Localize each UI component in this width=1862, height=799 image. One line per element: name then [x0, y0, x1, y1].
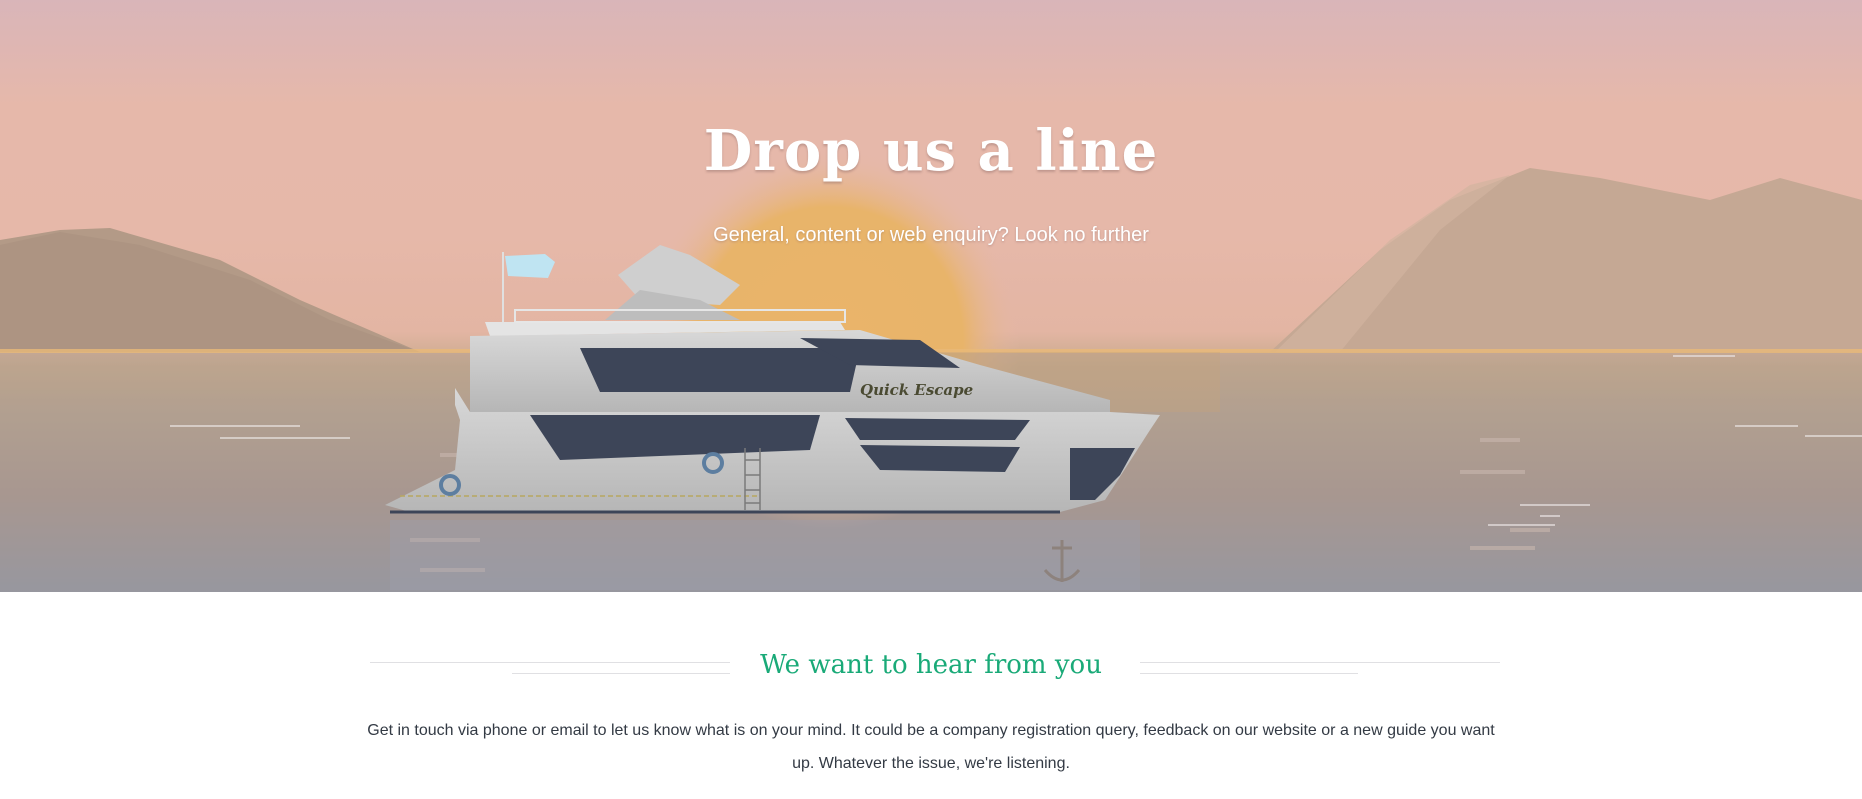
flag — [505, 254, 555, 278]
intro-paragraph: Get in touch via phone or email to let u… — [367, 722, 1495, 772]
hero-illustration: Quick Escape — [0, 150, 1862, 592]
section-heading: We want to hear from you — [760, 650, 1102, 680]
page-subtitle: General, content or web enquiry? Look no… — [713, 224, 1149, 246]
hero-banner: Quick Escape Drop us a line General, con… — [0, 0, 1862, 592]
boat-name: Quick Escape — [860, 381, 973, 399]
page-title: Drop us a line — [703, 118, 1159, 184]
